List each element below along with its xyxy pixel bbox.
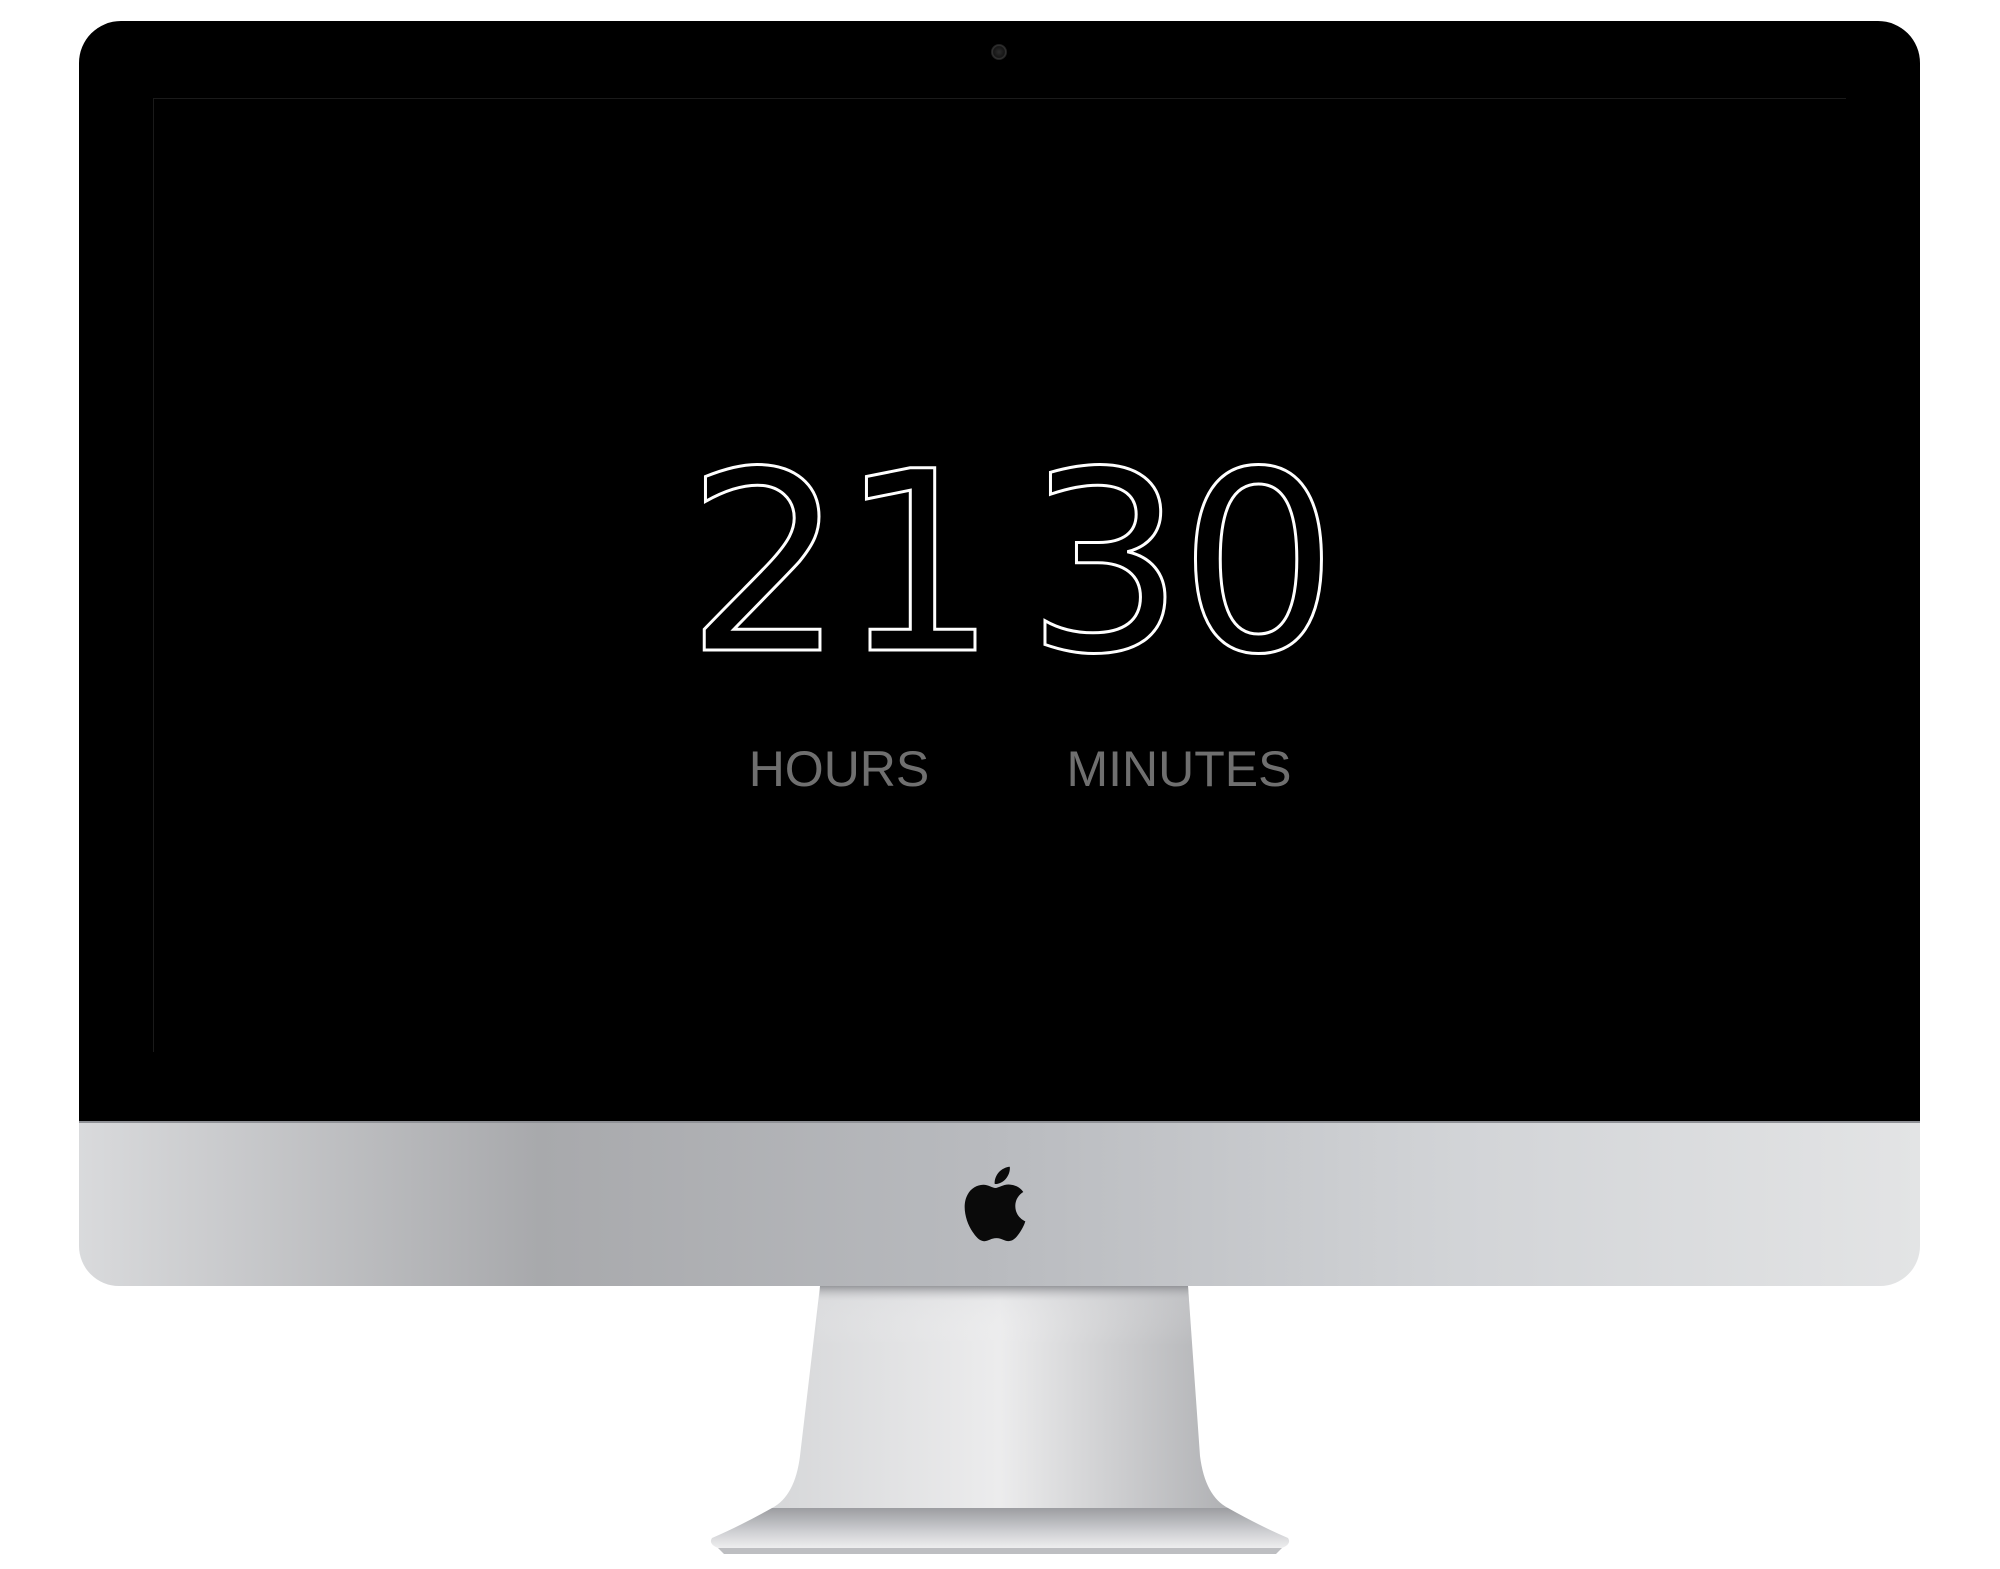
display-screen: 21 HOURS 30 MINUTES (153, 98, 1846, 1052)
minutes-unit: 30 MINUTES (1014, 418, 1344, 799)
monitor-stand (710, 1286, 1290, 1554)
hours-value: 21 (684, 418, 999, 709)
hours-label: HOURS (748, 741, 930, 797)
camera-icon (991, 44, 1007, 60)
minutes-label: MINUTES (1066, 741, 1292, 797)
countdown-timer: 21 HOURS 30 MINUTES (154, 99, 1847, 1053)
imac-mockup: 21 HOURS 30 MINUTES (0, 0, 2000, 1569)
minutes-value: 30 (1024, 418, 1339, 709)
apple-logo-icon (964, 1166, 1026, 1242)
hours-unit: 21 HOURS (674, 418, 1004, 799)
